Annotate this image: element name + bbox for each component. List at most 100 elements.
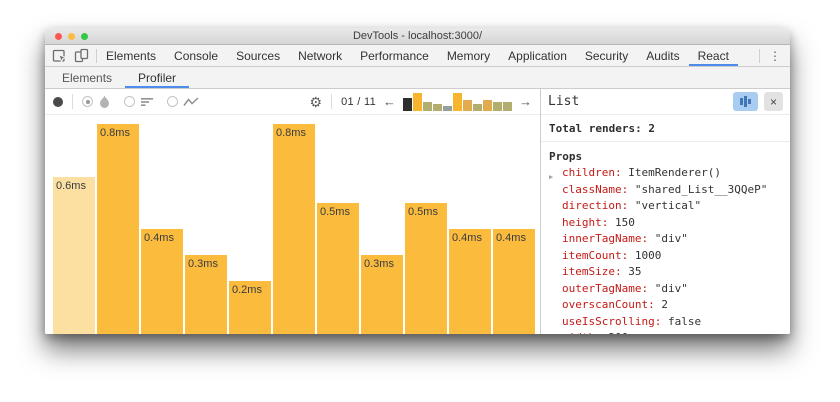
- tab-network[interactable]: Network: [289, 45, 351, 66]
- prop-key: children:: [562, 166, 628, 179]
- subtab-profiler[interactable]: Profiler: [125, 67, 189, 88]
- minimap-bar[interactable]: [493, 102, 502, 111]
- prop-key: direction:: [562, 199, 635, 212]
- zoom-window-button[interactable]: [81, 33, 88, 40]
- tab-label: Application: [508, 49, 567, 63]
- tab-label: Audits: [646, 49, 679, 63]
- commit-bar[interactable]: 0.3ms: [185, 255, 227, 334]
- commit-bar[interactable]: 0.2ms: [229, 281, 271, 334]
- chart-type-flamegraph[interactable]: [82, 95, 111, 109]
- chart-type-interactions[interactable]: [167, 96, 199, 108]
- profiler-content: ⚙ 01 / 11 ← → 0.6ms0.8ms0.4ms0.3ms0.2ms0…: [45, 89, 790, 334]
- minimap-bar[interactable]: [413, 93, 422, 111]
- minimap-bar[interactable]: [433, 104, 442, 111]
- prop-value: 35: [628, 265, 641, 278]
- tab-console[interactable]: Console: [165, 45, 227, 66]
- minimap-bar[interactable]: [453, 93, 462, 111]
- commit-bar[interactable]: 0.4ms: [449, 229, 491, 334]
- minimize-window-button[interactable]: [68, 33, 75, 40]
- prop-value: 1000: [635, 249, 662, 262]
- tab-label: Security: [585, 49, 628, 63]
- prop-row[interactable]: ▶children: ItemRenderer(): [549, 165, 782, 182]
- subtab-label: Profiler: [138, 71, 176, 85]
- prop-key: width:: [562, 331, 608, 334]
- interactions-chart-icon: [183, 96, 199, 108]
- props-list: ▶children: ItemRenderer()className: "sha…: [549, 165, 782, 334]
- prop-value: "shared_List__3QQeP": [635, 183, 767, 196]
- device-toolbar-icon[interactable]: [74, 48, 89, 63]
- devtools-tool-icons: [45, 45, 96, 66]
- flamegraph-radio[interactable]: [82, 96, 93, 107]
- close-window-button[interactable]: [55, 33, 62, 40]
- commit-bar[interactable]: 0.5ms: [405, 203, 447, 334]
- snapshot-minimap[interactable]: [403, 93, 512, 111]
- react-subtab-bar: Elements Profiler: [45, 67, 790, 89]
- screenshot-stage: DevTools - localhost:3000/: [0, 0, 840, 402]
- tab-sources[interactable]: Sources: [227, 45, 289, 66]
- minimap-bar[interactable]: [503, 102, 512, 111]
- prop-row[interactable]: className: "shared_List__3QQeP": [549, 182, 782, 199]
- previous-snapshot-icon[interactable]: ←: [383, 95, 396, 108]
- commit-bar[interactable]: 0.6ms: [53, 177, 95, 334]
- tab-security[interactable]: Security: [576, 45, 637, 66]
- commit-bar-label: 0.4ms: [493, 229, 535, 244]
- profiler-toolbar: ⚙ 01 / 11 ← →: [45, 89, 540, 115]
- commit-bar[interactable]: 0.8ms: [273, 124, 315, 334]
- tab-label: Elements: [106, 49, 156, 63]
- prop-row[interactable]: outerTagName: "div": [549, 281, 782, 298]
- ranked-radio[interactable]: [124, 96, 135, 107]
- prop-row[interactable]: overscanCount: 2: [549, 297, 782, 314]
- commit-bar-label: 0.5ms: [317, 203, 359, 218]
- component-details-panel: List × Total renders: 2 Props ▶children:…: [540, 89, 790, 334]
- prop-key: useIsScrolling:: [562, 315, 668, 328]
- chart-type-ranked[interactable]: [124, 96, 154, 108]
- minimap-bar[interactable]: [463, 100, 472, 111]
- titlebar[interactable]: DevTools - localhost:3000/: [45, 28, 790, 45]
- commit-bar[interactable]: 0.8ms: [97, 124, 139, 334]
- prop-row[interactable]: height: 150: [549, 215, 782, 232]
- prop-value: "vertical": [635, 199, 701, 212]
- tab-application[interactable]: Application: [499, 45, 576, 66]
- prop-row[interactable]: direction: "vertical": [549, 198, 782, 215]
- prop-row[interactable]: width: 300: [549, 330, 782, 334]
- prop-row[interactable]: itemCount: 1000: [549, 248, 782, 265]
- record-button[interactable]: [53, 97, 63, 107]
- commit-bar-chart: 0.6ms0.8ms0.4ms0.3ms0.2ms0.8ms0.5ms0.3ms…: [45, 115, 540, 334]
- tab-label: React: [698, 49, 729, 63]
- commit-bar[interactable]: 0.4ms: [141, 229, 183, 334]
- chart-bar-icon: [748, 99, 751, 104]
- commit-bar-label: 0.3ms: [185, 255, 227, 270]
- prop-value: 150: [615, 216, 635, 229]
- tab-react[interactable]: React: [689, 45, 738, 66]
- prop-key: className:: [562, 183, 635, 196]
- minimap-bar[interactable]: [473, 104, 482, 111]
- next-snapshot-icon[interactable]: →: [519, 95, 532, 108]
- settings-gear-icon[interactable]: ⚙: [310, 95, 323, 109]
- tab-label: Sources: [236, 49, 280, 63]
- minimap-bar[interactable]: [403, 98, 412, 111]
- commit-bar[interactable]: 0.5ms: [317, 203, 359, 334]
- commit-bar-label: 0.8ms: [273, 124, 315, 139]
- prop-row[interactable]: itemSize: 35: [549, 264, 782, 281]
- tab-performance[interactable]: Performance: [351, 45, 438, 66]
- prop-value: 2: [661, 298, 668, 311]
- tab-audits[interactable]: Audits: [637, 45, 688, 66]
- more-options-icon[interactable]: ⋮: [766, 50, 784, 62]
- minimap-bar[interactable]: [423, 102, 432, 111]
- interactions-radio[interactable]: [167, 96, 178, 107]
- prop-row[interactable]: useIsScrolling: false: [549, 314, 782, 331]
- tab-memory[interactable]: Memory: [438, 45, 499, 66]
- inspect-element-icon[interactable]: [52, 48, 67, 63]
- commit-bar[interactable]: 0.4ms: [493, 229, 535, 334]
- commit-bar[interactable]: 0.3ms: [361, 255, 403, 334]
- prop-key: overscanCount:: [562, 298, 661, 311]
- prop-row[interactable]: innerTagName: "div": [549, 231, 782, 248]
- close-details-icon[interactable]: ×: [764, 92, 783, 111]
- tab-elements[interactable]: Elements: [97, 45, 165, 66]
- subtab-elements[interactable]: Elements: [49, 67, 125, 88]
- minimap-bar[interactable]: [443, 106, 452, 111]
- minimap-bar[interactable]: [483, 100, 492, 111]
- render-history-chart-button[interactable]: [733, 92, 758, 111]
- toolbar-divider: [72, 94, 73, 109]
- details-panel-header: List ×: [541, 89, 790, 115]
